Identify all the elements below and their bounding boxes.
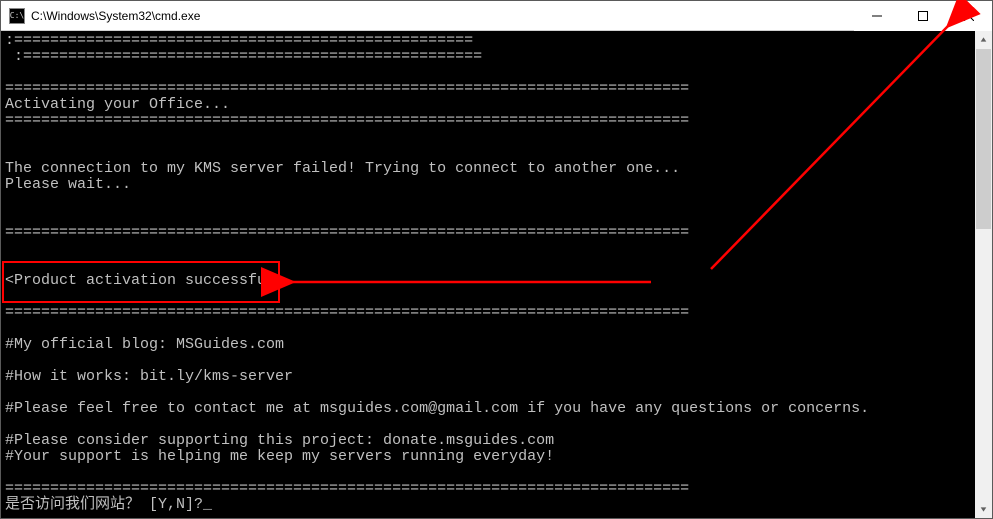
annotation-arrow-to-close — [701, 19, 961, 279]
cmd-icon: C:\ — [9, 8, 25, 24]
close-icon — [964, 11, 974, 21]
scrollbar-thumb[interactable] — [976, 49, 991, 229]
cmd-window: C:\ C:\Windows\System32\cmd.exe :=======… — [0, 0, 993, 519]
scroll-down-button[interactable] — [975, 501, 992, 518]
annotation-arrow-to-box — [281, 269, 661, 295]
chevron-down-icon — [980, 506, 987, 513]
vertical-scrollbar[interactable] — [975, 31, 992, 518]
chevron-up-icon — [980, 36, 987, 43]
scroll-up-button[interactable] — [975, 31, 992, 48]
